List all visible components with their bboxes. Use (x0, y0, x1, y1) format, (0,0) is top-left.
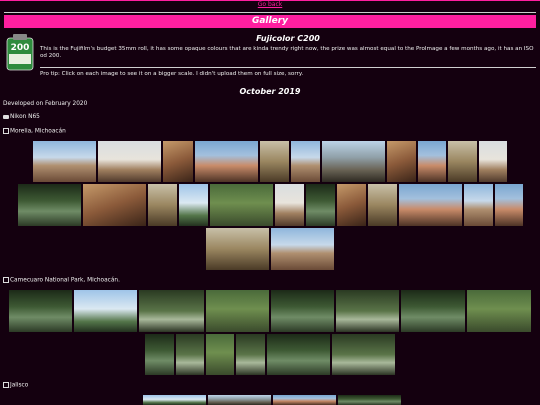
photo-thumbnail[interactable] (9, 290, 72, 332)
photo-thumbnail[interactable] (267, 334, 330, 375)
photo-thumbnail[interactable] (322, 141, 385, 182)
photo-thumbnail[interactable] (208, 395, 271, 405)
photo-thumbnail[interactable] (291, 141, 320, 182)
photo-thumbnail[interactable] (332, 334, 395, 375)
camera-icon (3, 114, 9, 119)
photo-thumbnail[interactable] (338, 395, 401, 405)
pro-tip: Pro tip: Click on each image to see it o… (40, 71, 304, 77)
photo-thumbnail[interactable] (206, 290, 269, 332)
section-box-icon (3, 277, 9, 283)
camera-model: Nikon N65 (10, 114, 40, 120)
photo-thumbnail[interactable] (479, 141, 507, 182)
photo-thumbnail[interactable] (368, 184, 397, 226)
photo-thumbnail[interactable] (83, 184, 146, 226)
photo-thumbnail[interactable] (176, 334, 204, 375)
photo-thumbnail[interactable] (18, 184, 81, 226)
photo-thumbnail[interactable] (236, 334, 265, 375)
section-label: Morelia, Michoacán (10, 128, 66, 135)
section-label: Jalisco (10, 382, 29, 389)
photo-thumbnail[interactable] (467, 290, 531, 332)
section-heading-morelia: Morelia, Michoacán (3, 128, 66, 135)
photo-thumbnail[interactable] (387, 141, 416, 182)
photo-thumbnail[interactable] (206, 334, 234, 375)
photo-thumbnail[interactable] (195, 141, 258, 182)
photo-thumbnail[interactable] (33, 141, 96, 182)
film-roll-icon: 200 (6, 34, 34, 71)
photo-thumbnail[interactable] (98, 141, 161, 182)
roll-month: October 2019 (239, 87, 301, 96)
photo-thumbnail[interactable] (271, 290, 334, 332)
developed-date: Developed on February 2020 (3, 101, 88, 107)
camera-line: Nikon N65 (3, 114, 40, 120)
film-title: Fujicolor C200 (256, 34, 320, 43)
photo-thumbnail[interactable] (143, 395, 206, 405)
photo-thumbnail[interactable] (448, 141, 477, 182)
divider (4, 12, 536, 13)
photo-thumbnail[interactable] (495, 184, 523, 226)
photo-thumbnail[interactable] (336, 290, 399, 332)
photo-thumbnail[interactable] (206, 228, 269, 270)
photo-thumbnail[interactable] (273, 395, 336, 405)
photo-thumbnail[interactable] (163, 141, 193, 182)
photo-thumbnail[interactable] (260, 141, 289, 182)
photo-thumbnail[interactable] (418, 141, 446, 182)
page-title: Gallery (4, 15, 536, 28)
film-description: This is the Fujifilm's budget 35mm roll,… (40, 46, 534, 59)
section-heading-jalisco: Jalisco (3, 382, 28, 389)
photo-thumbnail[interactable] (401, 290, 465, 332)
section-box-icon (3, 128, 9, 134)
section-box-icon (3, 382, 9, 388)
photo-thumbnail[interactable] (139, 290, 204, 332)
photo-thumbnail[interactable] (275, 184, 304, 226)
photo-thumbnail[interactable] (464, 184, 493, 226)
photo-thumbnail[interactable] (179, 184, 208, 226)
photo-thumbnail[interactable] (148, 184, 177, 226)
photo-thumbnail[interactable] (210, 184, 273, 226)
section-label: Camecuaro National Park, Michoacán. (10, 277, 120, 284)
divider (40, 67, 536, 68)
go-back-link[interactable]: Go back (0, 1, 540, 8)
photo-thumbnail[interactable] (145, 334, 174, 375)
photo-thumbnail[interactable] (306, 184, 335, 226)
photo-thumbnail[interactable] (271, 228, 334, 270)
photo-thumbnail[interactable] (74, 290, 137, 332)
photo-thumbnail[interactable] (399, 184, 462, 226)
photo-thumbnail[interactable] (337, 184, 366, 226)
section-heading-camecuaro: Camecuaro National Park, Michoacán. (3, 277, 120, 284)
film-speed-label: 200 (11, 43, 30, 53)
